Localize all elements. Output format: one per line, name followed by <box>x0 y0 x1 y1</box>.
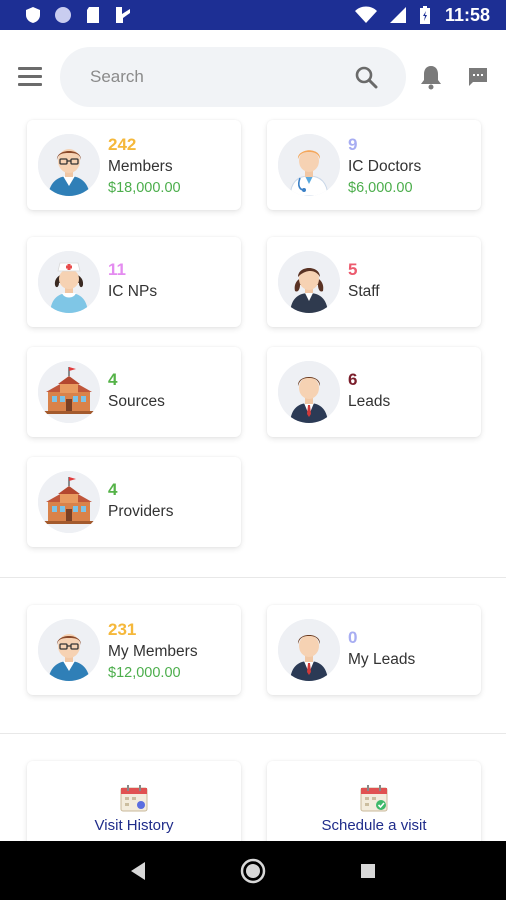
top-bar <box>0 30 506 120</box>
ic-nps-label: IC NPs <box>108 283 158 300</box>
leads-card[interactable]: 6 Leads <box>267 347 481 437</box>
nurse-avatar-icon <box>38 251 100 313</box>
bell-icon[interactable] <box>420 64 442 90</box>
my-members-amount: $12,000.00 <box>108 665 181 681</box>
ic-doctors-count: 9 <box>348 135 358 154</box>
schedule-visit-label: Schedule a visit <box>321 817 427 834</box>
recents-button[interactable] <box>353 856 383 886</box>
search-input[interactable] <box>90 67 354 87</box>
home-button[interactable] <box>238 856 268 886</box>
businessman-avatar-icon <box>278 619 340 681</box>
battery-icon <box>419 6 430 24</box>
ic-doctors-amount: $6,000.00 <box>348 180 413 196</box>
school-building-icon <box>38 361 100 423</box>
members-amount: $18,000.00 <box>108 180 181 196</box>
back-button[interactable] <box>123 856 153 886</box>
recents-square-icon <box>361 863 376 878</box>
providers-label: Providers <box>108 503 174 520</box>
notification-icon <box>116 7 130 23</box>
ic-nps-card[interactable]: 11 IC NPs <box>27 237 241 327</box>
shield-icon <box>26 7 40 23</box>
chat-icon[interactable] <box>467 66 489 88</box>
sources-count: 4 <box>108 370 118 389</box>
calendar-icon <box>120 785 148 812</box>
leads-count: 6 <box>348 370 358 389</box>
my-leads-label: My Leads <box>348 651 416 668</box>
members-count: 242 <box>108 135 137 154</box>
providers-count: 4 <box>108 480 118 499</box>
back-triangle-icon <box>130 861 145 880</box>
doctor-glasses-avatar-icon <box>38 134 100 196</box>
my-members-count: 231 <box>108 620 137 639</box>
visit-history-label: Visit History <box>94 817 174 834</box>
section-divider <box>0 733 506 734</box>
signal-icon <box>389 7 406 23</box>
members-label: Members <box>108 158 173 175</box>
status-time: 11:58 <box>444 4 490 25</box>
my-leads-count: 0 <box>348 628 358 647</box>
staff-count: 5 <box>348 260 358 279</box>
sources-label: Sources <box>108 393 165 410</box>
calendar-check-icon <box>360 785 388 812</box>
search-bar[interactable] <box>60 47 406 107</box>
home-circle-icon <box>240 858 266 883</box>
circle-icon <box>55 7 71 23</box>
leads-label: Leads <box>348 393 391 410</box>
my-members-label: My Members <box>108 643 198 660</box>
wifi-icon <box>354 6 377 23</box>
search-icon[interactable] <box>354 65 378 89</box>
school-building-icon <box>38 471 100 533</box>
woman-avatar-icon <box>278 251 340 313</box>
staff-card[interactable]: 5 Staff <box>267 237 481 327</box>
ic-doctors-card[interactable]: 9 IC Doctors $6,000.00 <box>267 120 481 210</box>
sources-card[interactable]: 4 Sources <box>27 347 241 437</box>
doctor-glasses-avatar-icon <box>38 619 100 681</box>
my-members-card[interactable]: 231 My Members $12,000.00 <box>27 605 241 695</box>
staff-label: Staff <box>348 283 380 300</box>
section-divider <box>0 577 506 578</box>
ic-nps-count: 11 <box>108 260 126 279</box>
navigation-bar <box>0 841 506 900</box>
ic-doctors-label: IC Doctors <box>348 158 422 175</box>
doctor-stethoscope-avatar-icon <box>278 134 340 196</box>
members-card[interactable]: 242 Members $18,000.00 <box>27 120 241 210</box>
sd-card-icon <box>87 7 99 23</box>
my-leads-card[interactable]: 0 My Leads <box>267 605 481 695</box>
status-bar: 11:58 <box>0 0 506 30</box>
businessman-avatar-icon <box>278 361 340 423</box>
menu-icon[interactable] <box>18 67 42 87</box>
providers-card[interactable]: 4 Providers <box>27 457 241 547</box>
